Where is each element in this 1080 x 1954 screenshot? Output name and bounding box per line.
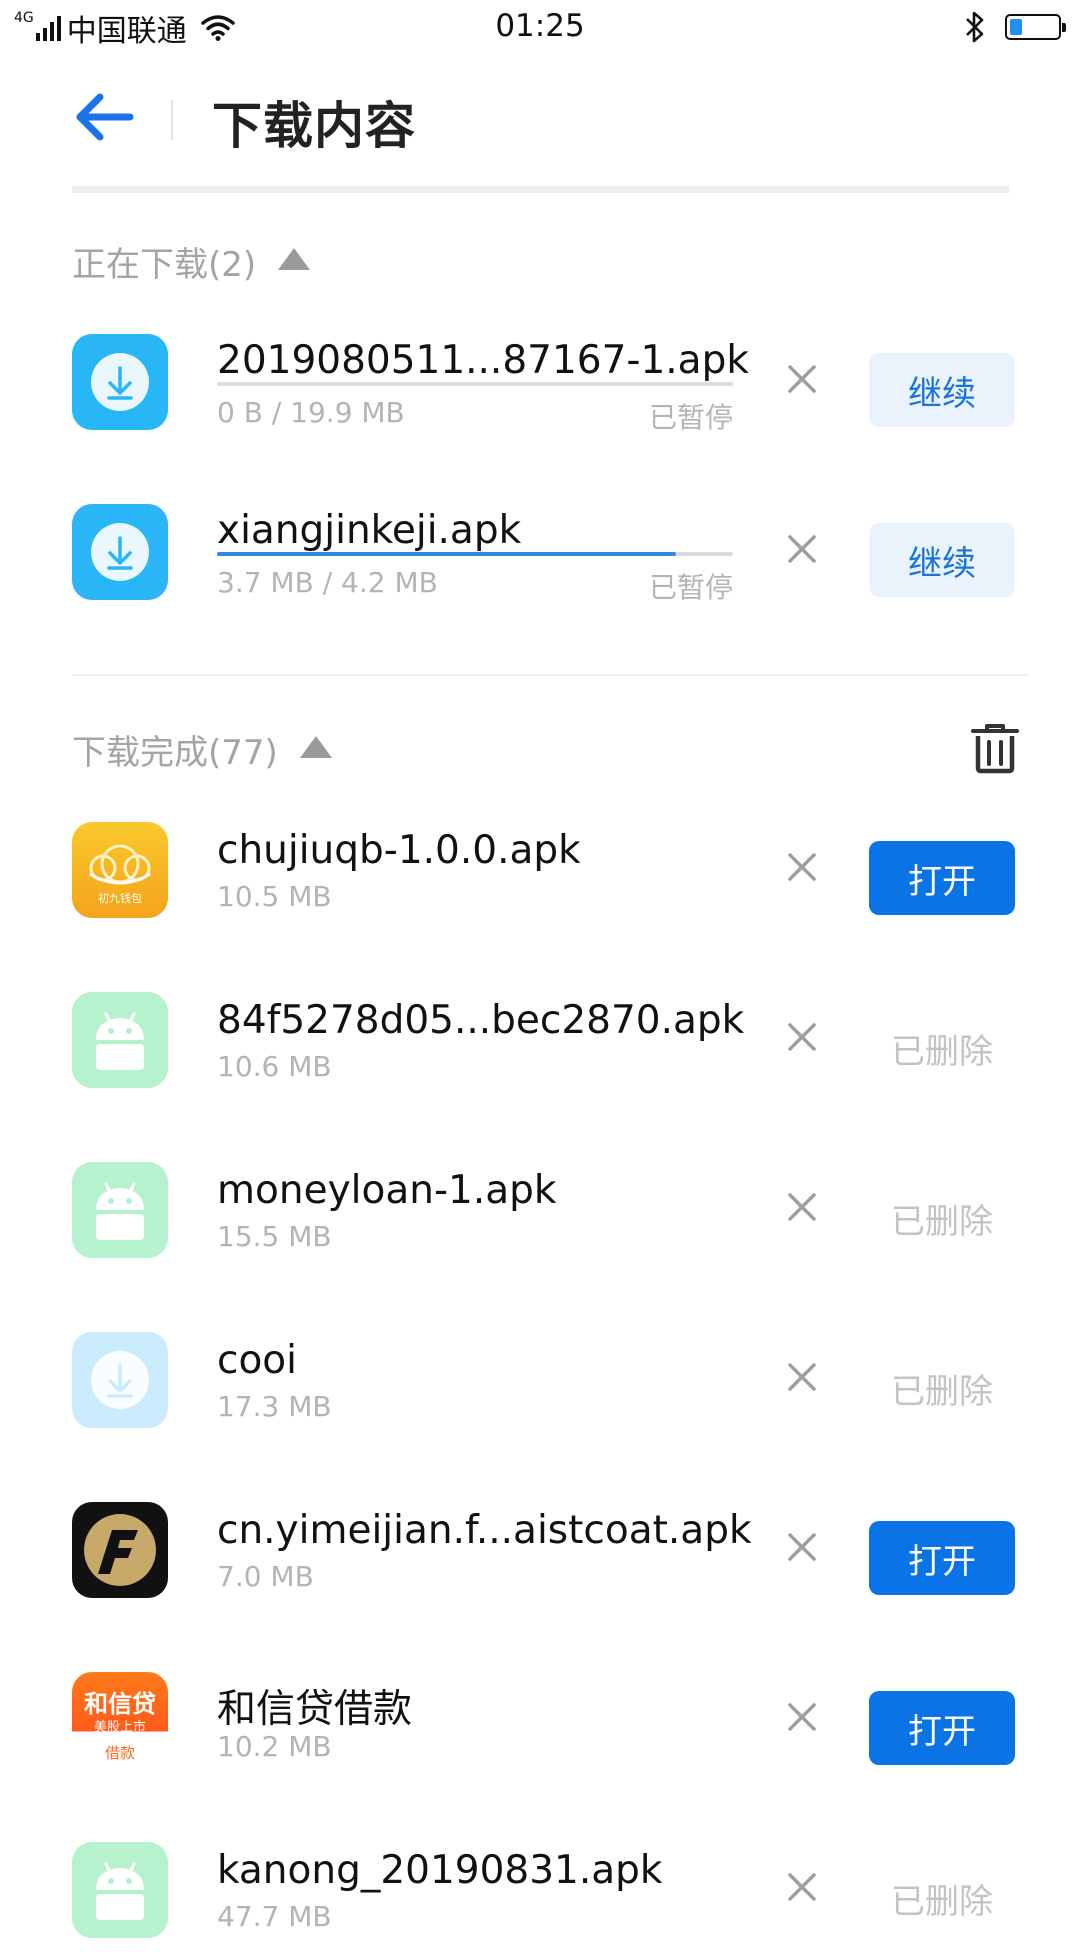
download-icon xyxy=(72,504,168,600)
close-icon xyxy=(788,1193,816,1221)
header-shadow xyxy=(72,186,1009,193)
deleted-status: 已删除 xyxy=(891,1881,993,1922)
download-icon xyxy=(72,334,168,430)
open-button[interactable]: 打开 xyxy=(869,1691,1015,1765)
bluetooth-icon xyxy=(966,11,984,43)
file-size: 3.7 MB / 4.2 MB xyxy=(217,566,438,599)
completed-row[interactable]: 初九钱包 chujiuqb-1.0.0.apk 10.5 MB 打开 xyxy=(0,804,1080,934)
deleted-status: 已删除 xyxy=(891,1371,993,1412)
completed-row[interactable]: cooi 17.3 MB 已删除 xyxy=(0,1314,1080,1444)
collapse-triangle-icon xyxy=(278,248,311,270)
chujiu-app-icon: 初九钱包 xyxy=(72,822,168,918)
completed-row[interactable]: kanong_20190831.apk 47.7 MB 已删除 xyxy=(0,1824,1080,1954)
remove-button[interactable] xyxy=(784,849,820,885)
file-name: 84f5278d05...bec2870.apk xyxy=(217,998,745,1043)
battery-level xyxy=(1010,19,1022,35)
file-name: 2019080511...87167-1.apk xyxy=(217,338,749,383)
downloading-section-header[interactable]: 正在下载(2) xyxy=(72,236,311,286)
app-header: 下载内容 xyxy=(0,56,1080,186)
completed-row[interactable]: cn.yimeijian.f...aistcoat.apk 7.0 MB 打开 xyxy=(0,1484,1080,1614)
battery-icon xyxy=(1005,14,1066,40)
close-icon xyxy=(788,1533,816,1561)
download-progress-bar xyxy=(217,552,733,556)
app-icon-bottom-label: 借款 xyxy=(104,1744,135,1762)
remove-button[interactable] xyxy=(784,1189,820,1225)
clear-all-button[interactable] xyxy=(970,722,1020,774)
android-icon xyxy=(72,992,168,1088)
continue-button[interactable]: 继续 xyxy=(869,353,1015,427)
app-icon-label: 和信贷 xyxy=(84,1690,156,1718)
f-logo-icon xyxy=(72,1502,168,1598)
collapse-triangle-icon xyxy=(299,736,332,758)
hexindai-icon: 和信贷 美股上市 借款 xyxy=(72,1672,168,1768)
open-button[interactable]: 打开 xyxy=(869,1521,1015,1595)
close-icon xyxy=(788,1363,816,1391)
completed-row[interactable]: 84f5278d05...bec2870.apk 10.6 MB 已删除 xyxy=(0,974,1080,1104)
close-icon xyxy=(788,1703,816,1731)
download-row[interactable]: 2019080511...87167-1.apk 0 B / 19.9 MB 已… xyxy=(0,316,1080,446)
remove-button[interactable] xyxy=(784,1699,820,1735)
file-name: kanong_20190831.apk xyxy=(217,1848,663,1893)
downloading-section-title: 正在下载(2) xyxy=(72,244,257,285)
file-size: 10.6 MB xyxy=(217,1050,332,1083)
status-time: 01:25 xyxy=(495,8,585,44)
app-icon-sublabel: 美股上市 xyxy=(93,1720,146,1735)
file-name: 和信贷借款 xyxy=(217,1687,413,1732)
file-size: 15.5 MB xyxy=(217,1220,332,1253)
remove-button[interactable] xyxy=(784,531,820,567)
header-divider xyxy=(171,100,173,140)
page-title: 下载内容 xyxy=(212,97,416,155)
file-size: 17.3 MB xyxy=(217,1390,332,1423)
trash-icon xyxy=(971,724,1019,774)
back-button[interactable] xyxy=(72,92,138,142)
close-icon xyxy=(788,853,816,881)
file-size: 10.5 MB xyxy=(217,880,332,913)
download-progress-bar xyxy=(217,382,733,386)
download-state: 已暂停 xyxy=(648,401,733,434)
completed-section-header[interactable]: 下载完成(77) xyxy=(72,724,332,774)
remove-button[interactable] xyxy=(784,1529,820,1565)
deleted-status: 已删除 xyxy=(891,1031,993,1072)
download-row[interactable]: xiangjinkeji.apk 3.7 MB / 4.2 MB 已暂停 继续 xyxy=(0,486,1080,616)
file-name: moneyloan-1.apk xyxy=(217,1168,557,1213)
file-name: cn.yimeijian.f...aistcoat.apk xyxy=(217,1508,752,1553)
android-icon xyxy=(72,1162,168,1258)
remove-button[interactable] xyxy=(784,1019,820,1055)
close-icon xyxy=(788,1023,816,1051)
continue-button[interactable]: 继续 xyxy=(869,523,1015,597)
file-size: 47.7 MB xyxy=(217,1900,332,1933)
file-name: chujiuqb-1.0.0.apk xyxy=(217,828,581,873)
close-icon xyxy=(788,1873,816,1901)
file-name: xiangjinkeji.apk xyxy=(217,508,522,553)
remove-button[interactable] xyxy=(784,361,820,397)
remove-button[interactable] xyxy=(784,1869,820,1905)
file-name: cooi xyxy=(217,1338,297,1383)
completed-row[interactable]: 和信贷 美股上市 借款 和信贷借款 10.2 MB 打开 xyxy=(0,1654,1080,1784)
close-icon xyxy=(788,535,816,563)
app-icon-label: 初九钱包 xyxy=(98,892,142,905)
download-progress-fill xyxy=(217,552,677,556)
download-icon xyxy=(72,1332,168,1428)
completed-section-title: 下载完成(77) xyxy=(72,732,278,773)
close-icon xyxy=(788,365,816,393)
file-size: 7.0 MB xyxy=(217,1560,314,1593)
remove-button[interactable] xyxy=(784,1359,820,1395)
open-button[interactable]: 打开 xyxy=(869,841,1015,915)
status-bar: 4G 中国联通 01:25 xyxy=(0,0,1080,56)
deleted-status: 已删除 xyxy=(891,1201,993,1242)
arrow-left-icon xyxy=(76,93,134,141)
completed-row[interactable]: moneyloan-1.apk 15.5 MB 已删除 xyxy=(0,1144,1080,1274)
download-state: 已暂停 xyxy=(648,571,733,604)
android-icon xyxy=(72,1842,168,1938)
file-size: 10.2 MB xyxy=(217,1730,332,1763)
section-divider xyxy=(72,674,1027,676)
file-size: 0 B / 19.9 MB xyxy=(217,396,405,429)
